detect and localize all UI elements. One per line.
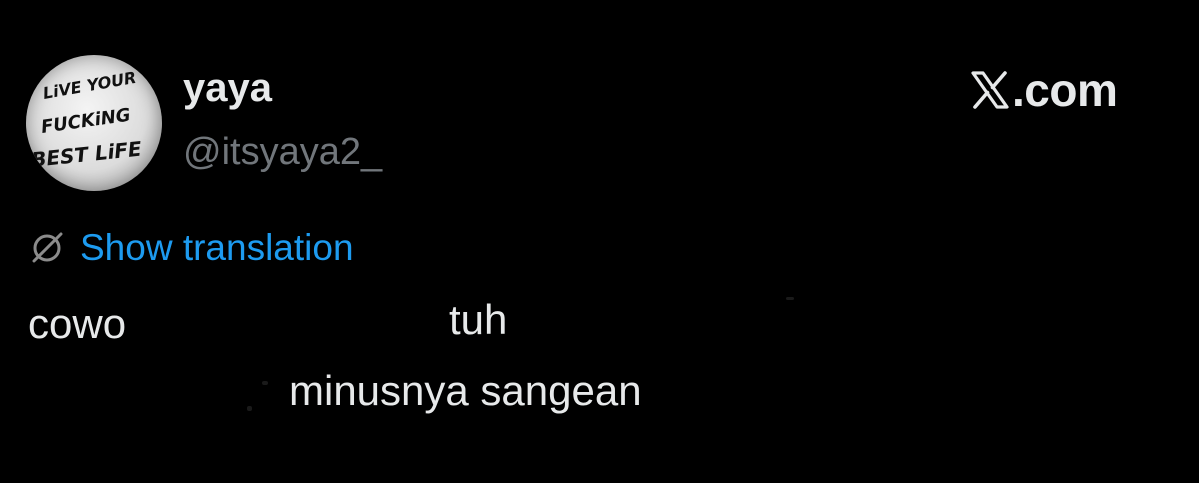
brand-text: .com [1012,64,1118,116]
redaction-artifact [247,406,252,411]
avatar[interactable]: LiVE YOUR FUCKiNG BEST LiFE [26,55,162,191]
redaction-artifact [262,381,268,385]
avatar-text-line-2: FUCKiNG [40,105,132,138]
show-translation-link[interactable]: Show translation [80,229,354,266]
display-name[interactable]: yaya [183,68,272,108]
show-translation-row[interactable]: Show translation [30,225,354,269]
globe-icon [32,232,63,263]
avatar-image: LiVE YOUR FUCKiNG BEST LiFE [30,68,143,172]
brand-watermark: .com [970,64,1118,116]
user-handle[interactable]: @itsyaya2_ [183,133,382,171]
tweet-text-fragment: tuh [449,296,508,343]
redaction-artifact [786,297,794,300]
tweet-text-fragment: minusnya sangean [289,367,642,414]
avatar-text-line-1: LiVE YOUR [41,68,137,103]
avatar-text-line-3: BEST LiFE [30,136,143,171]
x-logo-icon [971,71,1009,109]
tweet-text-fragment: cowo [28,300,127,347]
